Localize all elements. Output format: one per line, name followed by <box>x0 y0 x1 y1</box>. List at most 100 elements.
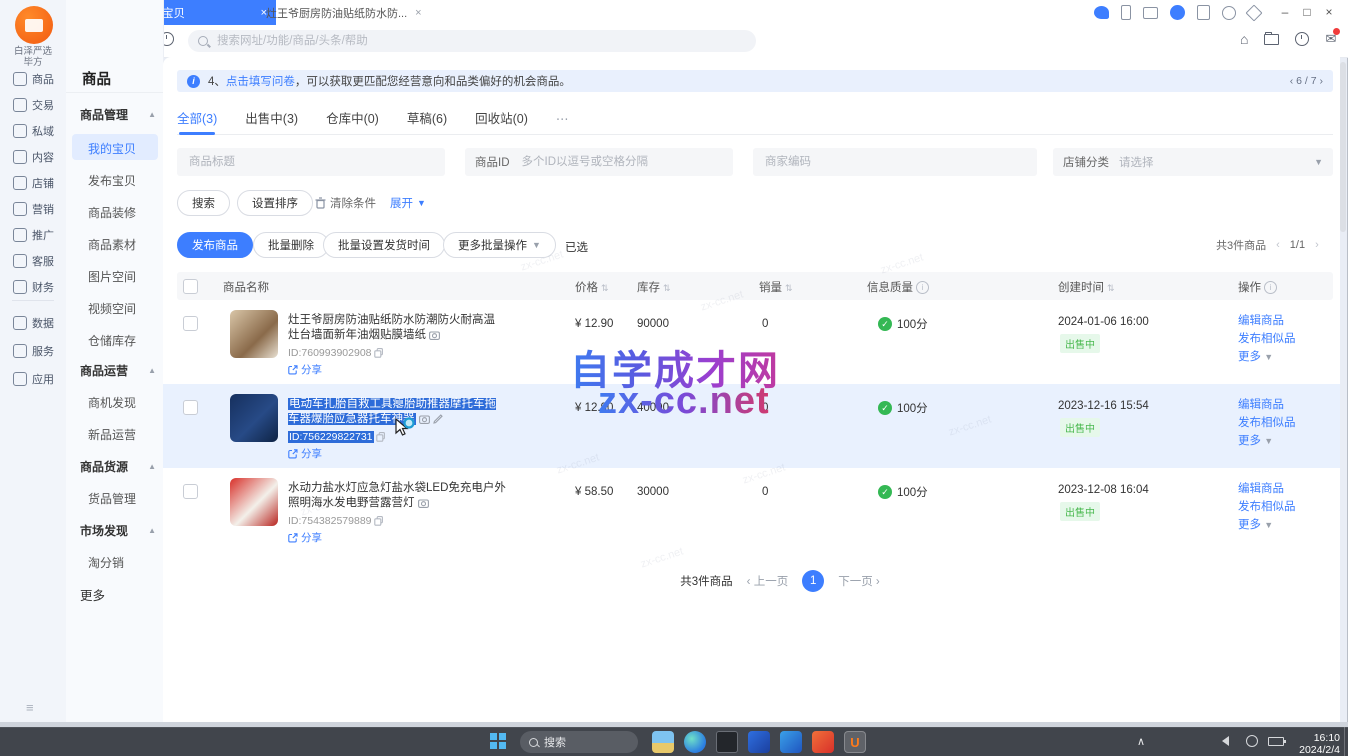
close-tab-icon[interactable]: × <box>415 7 421 19</box>
search-button[interactable]: 搜索 <box>177 190 230 216</box>
sidebar-item-image-space[interactable]: 图片空间 <box>88 268 136 285</box>
sidebar-item-video-space[interactable]: 视频空间 <box>88 300 136 317</box>
prev-page-button[interactable]: ‹ 上一页 <box>747 573 789 589</box>
tab-recycle-bin[interactable]: 回收站(0) <box>475 108 528 134</box>
next-page-button[interactable]: 下一页 › <box>838 573 880 589</box>
tab-more-icon[interactable]: ⋯ <box>556 108 570 134</box>
edit-product-link[interactable]: 编辑商品 <box>1238 312 1296 330</box>
product-title[interactable]: 灶王爷厨房防油贴纸防水防潮防火耐高温灶台墙面新年油烟贴膜墙纸 <box>288 313 506 343</box>
tab-in-warehouse[interactable]: 仓库中(0) <box>326 108 379 134</box>
rail-item-service-desk[interactable]: 客服 <box>0 248 66 274</box>
share-link[interactable]: 分享 <box>288 530 322 545</box>
mascot-icon[interactable] <box>1094 6 1109 19</box>
set-sort-button[interactable]: 设置排序 <box>237 190 313 216</box>
filter-merchant-code[interactable] <box>753 148 1037 176</box>
show-desktop-button[interactable] <box>1344 727 1345 756</box>
gear-icon[interactable] <box>1222 6 1236 20</box>
sidebar-item-supply-mgmt[interactable]: 货品管理 <box>88 490 136 507</box>
more-actions-link[interactable]: 更多 ▼ <box>1238 516 1296 534</box>
taskbar-app-photos[interactable] <box>652 731 674 753</box>
rail-item-goods[interactable]: 商品 <box>0 66 66 92</box>
product-thumbnail[interactable] <box>230 394 278 442</box>
product-thumbnail[interactable] <box>230 478 278 526</box>
publish-product-button[interactable]: 发布商品 <box>177 232 253 258</box>
tab-all[interactable]: 全部(3) <box>177 108 217 134</box>
bulk-ship-time-button[interactable]: 批量设置发货时间 <box>323 232 445 258</box>
expand-filters-button[interactable]: 展开 ▼ <box>390 195 426 211</box>
section-goods-operation[interactable]: 商品运营▲ <box>80 362 156 379</box>
taskbar-app-active-qianniu[interactable]: U <box>844 731 866 753</box>
section-goods-management[interactable]: 商品管理▲ <box>80 106 156 123</box>
id-input[interactable] <box>520 155 724 169</box>
mail-icon[interactable]: ✉ <box>1325 31 1336 47</box>
more-bulk-actions-button[interactable]: 更多批量操作 ▼ <box>443 232 556 258</box>
taskbar-clock[interactable]: 16:10 2024/2/4 <box>1294 732 1340 756</box>
filter-shop-category[interactable]: 店铺分类 请选择 ▼ <box>1053 148 1333 176</box>
scrollbar[interactable] <box>1340 62 1346 718</box>
more-actions-link[interactable]: 更多 ▼ <box>1238 348 1296 366</box>
prev-page-icon[interactable]: ‹ <box>1276 239 1280 251</box>
preview-icon[interactable] <box>429 330 440 340</box>
sidebar-item-my-items[interactable]: 我的宝贝 <box>88 140 136 157</box>
filter-id[interactable]: 商品ID <box>465 148 733 176</box>
edit-product-link[interactable]: 编辑商品 <box>1238 396 1296 414</box>
rail-item-private[interactable]: 私域 <box>0 118 66 144</box>
volume-icon[interactable] <box>1222 736 1229 749</box>
start-button[interactable] <box>490 733 506 749</box>
share-link[interactable]: 分享 <box>288 362 322 377</box>
pin-icon[interactable] <box>1246 4 1263 21</box>
tab-draft[interactable]: 草稿(6) <box>407 108 447 134</box>
merchant-code-input[interactable] <box>763 155 1027 169</box>
rail-item-data[interactable]: 数据 <box>0 310 66 336</box>
scrollbar-thumb[interactable] <box>1340 62 1346 232</box>
filter-title[interactable] <box>177 148 445 176</box>
taskbar-app-video[interactable] <box>780 731 802 753</box>
copy-icon[interactable] <box>376 432 386 442</box>
store-avatar[interactable] <box>15 6 53 44</box>
copy-icon[interactable] <box>374 348 384 358</box>
recent-icon[interactable] <box>1295 32 1309 46</box>
copy-icon[interactable] <box>374 516 384 526</box>
col-stock[interactable]: 库存 <box>637 279 671 295</box>
rail-item-finance[interactable]: 财务 <box>0 274 66 300</box>
taskbar-app-office[interactable] <box>812 731 834 753</box>
rail-item-trade[interactable]: 交易 <box>0 92 66 118</box>
col-sales[interactable]: 销量 <box>759 279 793 295</box>
rail-item-promotion[interactable]: 推广 <box>0 222 66 248</box>
publish-similar-link[interactable]: 发布相似品 <box>1238 498 1296 516</box>
taskbar-app-terminal[interactable] <box>716 731 738 753</box>
preview-icon[interactable] <box>418 498 429 508</box>
tab-product[interactable]: 灶王爷厨房防油贴纸防水防... × <box>266 0 422 25</box>
phone-icon[interactable] <box>1121 5 1131 20</box>
omnibox-input[interactable] <box>215 34 699 48</box>
sidebar-item-new-product[interactable]: 新品运营 <box>88 426 136 443</box>
battery-icon[interactable] <box>1268 734 1284 749</box>
product-title[interactable]: 电动车扎胎自救工具瘪胎助推器摩托车拖车器爆胎应急器托车神器 <box>288 397 506 427</box>
rail-item-apps[interactable]: 应用 <box>0 366 66 392</box>
taskbar-app-edge[interactable] <box>684 731 706 753</box>
notice-link[interactable]: 点击填写问卷 <box>226 73 295 89</box>
share-link[interactable]: 分享 <box>288 446 322 461</box>
clear-filters-button[interactable]: 清除条件 <box>315 195 376 211</box>
sidebar-item-publish[interactable]: 发布宝贝 <box>88 172 136 189</box>
row-checkbox[interactable] <box>183 400 198 415</box>
sidebar-more[interactable]: 更多 <box>80 585 105 604</box>
sidebar-item-decorate[interactable]: 商品装修 <box>88 204 136 221</box>
rail-item-shop[interactable]: 店铺 <box>0 170 66 196</box>
multi-window-icon[interactable] <box>1143 7 1158 19</box>
current-page-button[interactable]: 1 <box>802 570 824 592</box>
maximize-button[interactable]: □ <box>1296 0 1318 25</box>
publish-similar-link[interactable]: 发布相似品 <box>1238 330 1296 348</box>
sidebar-item-opportunity[interactable]: 商机发现 <box>88 394 136 411</box>
edit-product-link[interactable]: 编辑商品 <box>1238 480 1296 498</box>
close-button[interactable]: × <box>1318 0 1340 25</box>
notes-icon[interactable] <box>1197 5 1210 20</box>
minimize-button[interactable]: – <box>1274 0 1296 25</box>
sidebar-item-materials[interactable]: 商品素材 <box>88 236 136 253</box>
row-checkbox[interactable] <box>183 484 198 499</box>
info-icon[interactable]: i <box>1264 281 1277 294</box>
next-page-icon[interactable]: › <box>1315 239 1319 251</box>
network-icon[interactable] <box>1246 735 1258 750</box>
edit-pencil-icon[interactable] <box>433 414 443 424</box>
sidebar-item-taofenxiao[interactable]: 淘分销 <box>88 554 124 571</box>
